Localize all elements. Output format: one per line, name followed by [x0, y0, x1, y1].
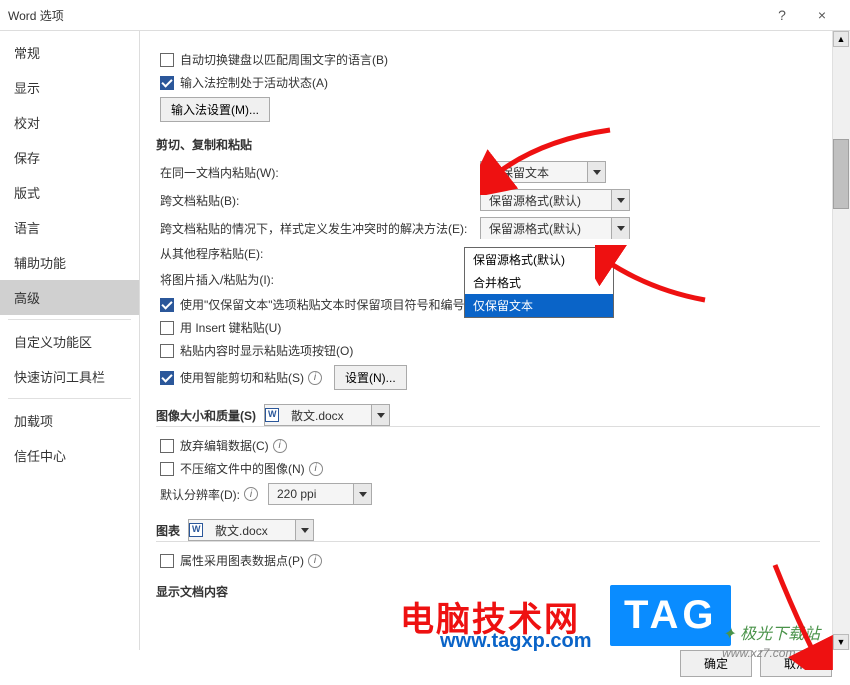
- keep-bullets-checkbox[interactable]: [160, 298, 174, 312]
- chevron-down-icon: [611, 190, 629, 210]
- default-res-label: 默认分辨率(D):: [160, 486, 240, 503]
- dropdown-option[interactable]: 合并格式: [465, 271, 613, 294]
- ime-active-checkbox[interactable]: [160, 76, 174, 90]
- sidebar-item-general[interactable]: 常规: [0, 35, 139, 70]
- document-icon: [189, 523, 203, 537]
- info-icon[interactable]: i: [273, 439, 287, 453]
- keep-bullets-label: 使用"仅保留文本"选项粘贴文本时保留项目符号和编号(L): [180, 296, 479, 313]
- info-icon[interactable]: i: [308, 554, 322, 568]
- dropdown-option-selected[interactable]: 仅保留文本: [465, 294, 613, 317]
- scrollbar[interactable]: ▲ ▼: [832, 31, 850, 650]
- info-icon[interactable]: i: [309, 462, 323, 476]
- discard-edit-checkbox[interactable]: [160, 439, 174, 453]
- chevron-down-icon: [295, 520, 313, 540]
- no-compress-label: 不压缩文件中的图像(N): [180, 460, 305, 477]
- auto-switch-kb-checkbox[interactable]: [160, 53, 174, 67]
- sidebar-item-accessibility[interactable]: 辅助功能: [0, 245, 139, 280]
- chart-doc-combo[interactable]: 散文.docx: [188, 519, 314, 541]
- cross-doc-conflict-label: 跨文档粘贴的情况下，样式定义发生冲突时的解决方法(E):: [160, 220, 467, 237]
- auto-switch-kb-label: 自动切换键盘以匹配周围文字的语言(B): [180, 51, 388, 68]
- insert-key-checkbox[interactable]: [160, 321, 174, 335]
- sidebar-item-quick-access[interactable]: 快速访问工具栏: [0, 359, 139, 394]
- chevron-down-icon: [611, 218, 629, 239]
- close-button[interactable]: ×: [802, 0, 842, 30]
- content-pane: 自动切换键盘以匹配周围文字的语言(B) 输入法控制处于活动状态(A) 输入法设置…: [140, 31, 850, 650]
- smart-paste-label: 使用智能剪切和粘贴(S): [180, 369, 304, 386]
- chart-datapoint-checkbox[interactable]: [160, 554, 174, 568]
- cross-doc-paste-label: 跨文档粘贴(B):: [160, 192, 239, 209]
- cross-doc-conflict-dropdown[interactable]: 保留源格式(默认) 合并格式 仅保留文本: [464, 247, 614, 318]
- sidebar-item-language[interactable]: 语言: [0, 210, 139, 245]
- scroll-thumb[interactable]: [833, 139, 849, 209]
- smart-paste-checkbox[interactable]: [160, 371, 174, 385]
- sidebar-item-layout[interactable]: 版式: [0, 175, 139, 210]
- sidebar-item-addins[interactable]: 加载项: [0, 403, 139, 438]
- document-icon: [265, 408, 279, 422]
- show-paste-btn-label: 粘贴内容时显示粘贴选项按钮(O): [180, 342, 353, 359]
- sidebar-item-save[interactable]: 保存: [0, 140, 139, 175]
- cross-doc-paste-combo[interactable]: 保留源格式(默认): [480, 189, 630, 211]
- sidebar-item-advanced[interactable]: 高级: [0, 280, 139, 315]
- watermark-tag: TAG: [610, 585, 731, 646]
- discard-edit-label: 放弃编辑数据(C): [180, 437, 269, 454]
- sidebar: 常规 显示 校对 保存 版式 语言 辅助功能 高级 自定义功能区 快速访问工具栏…: [0, 31, 140, 650]
- section-image-title: 图像大小和质量(S): [156, 407, 256, 424]
- chevron-down-icon: [371, 405, 389, 425]
- watermark-site3: ✦ 极光下载站 www.xz7.com: [722, 620, 820, 662]
- titlebar: Word 选项 ? ×: [0, 0, 850, 30]
- insert-key-label: 用 Insert 键粘贴(U): [180, 319, 281, 336]
- default-res-combo[interactable]: 220 ppi: [268, 483, 372, 505]
- scroll-up-arrow[interactable]: ▲: [833, 31, 849, 47]
- window-title: Word 选项: [8, 7, 64, 24]
- image-doc-combo[interactable]: 散文.docx: [264, 404, 390, 426]
- no-compress-checkbox[interactable]: [160, 462, 174, 476]
- dropdown-option[interactable]: 保留源格式(默认): [465, 248, 613, 271]
- sidebar-item-proofing[interactable]: 校对: [0, 105, 139, 140]
- ime-settings-button[interactable]: 输入法设置(M)...: [160, 97, 270, 122]
- section-chart-title: 图表: [156, 522, 180, 539]
- same-doc-paste-label: 在同一文档内粘贴(W):: [160, 164, 279, 181]
- sidebar-item-customize-ribbon[interactable]: 自定义功能区: [0, 324, 139, 359]
- info-icon[interactable]: i: [308, 371, 322, 385]
- sidebar-item-display[interactable]: 显示: [0, 70, 139, 105]
- sidebar-item-trust-center[interactable]: 信任中心: [0, 438, 139, 473]
- info-icon[interactable]: i: [244, 487, 258, 501]
- smart-paste-settings-button[interactable]: 设置(N)...: [334, 365, 407, 390]
- insert-pic-label: 将图片插入/粘贴为(I):: [160, 271, 274, 288]
- same-doc-paste-combo[interactable]: 仅保留文本: [480, 161, 606, 183]
- chart-datapoint-label: 属性采用图表数据点(P): [180, 552, 304, 569]
- chevron-down-icon: [587, 162, 605, 182]
- section-paste-title: 剪切、复制和粘贴: [156, 136, 820, 153]
- cross-doc-conflict-combo[interactable]: 保留源格式(默认): [480, 217, 630, 239]
- help-button[interactable]: ?: [762, 0, 802, 30]
- ime-active-label: 输入法控制处于活动状态(A): [180, 74, 328, 91]
- show-paste-btn-checkbox[interactable]: [160, 344, 174, 358]
- scroll-down-arrow[interactable]: ▼: [833, 634, 849, 650]
- other-prog-paste-label: 从其他程序粘贴(E):: [160, 245, 263, 262]
- chevron-down-icon: [353, 484, 371, 504]
